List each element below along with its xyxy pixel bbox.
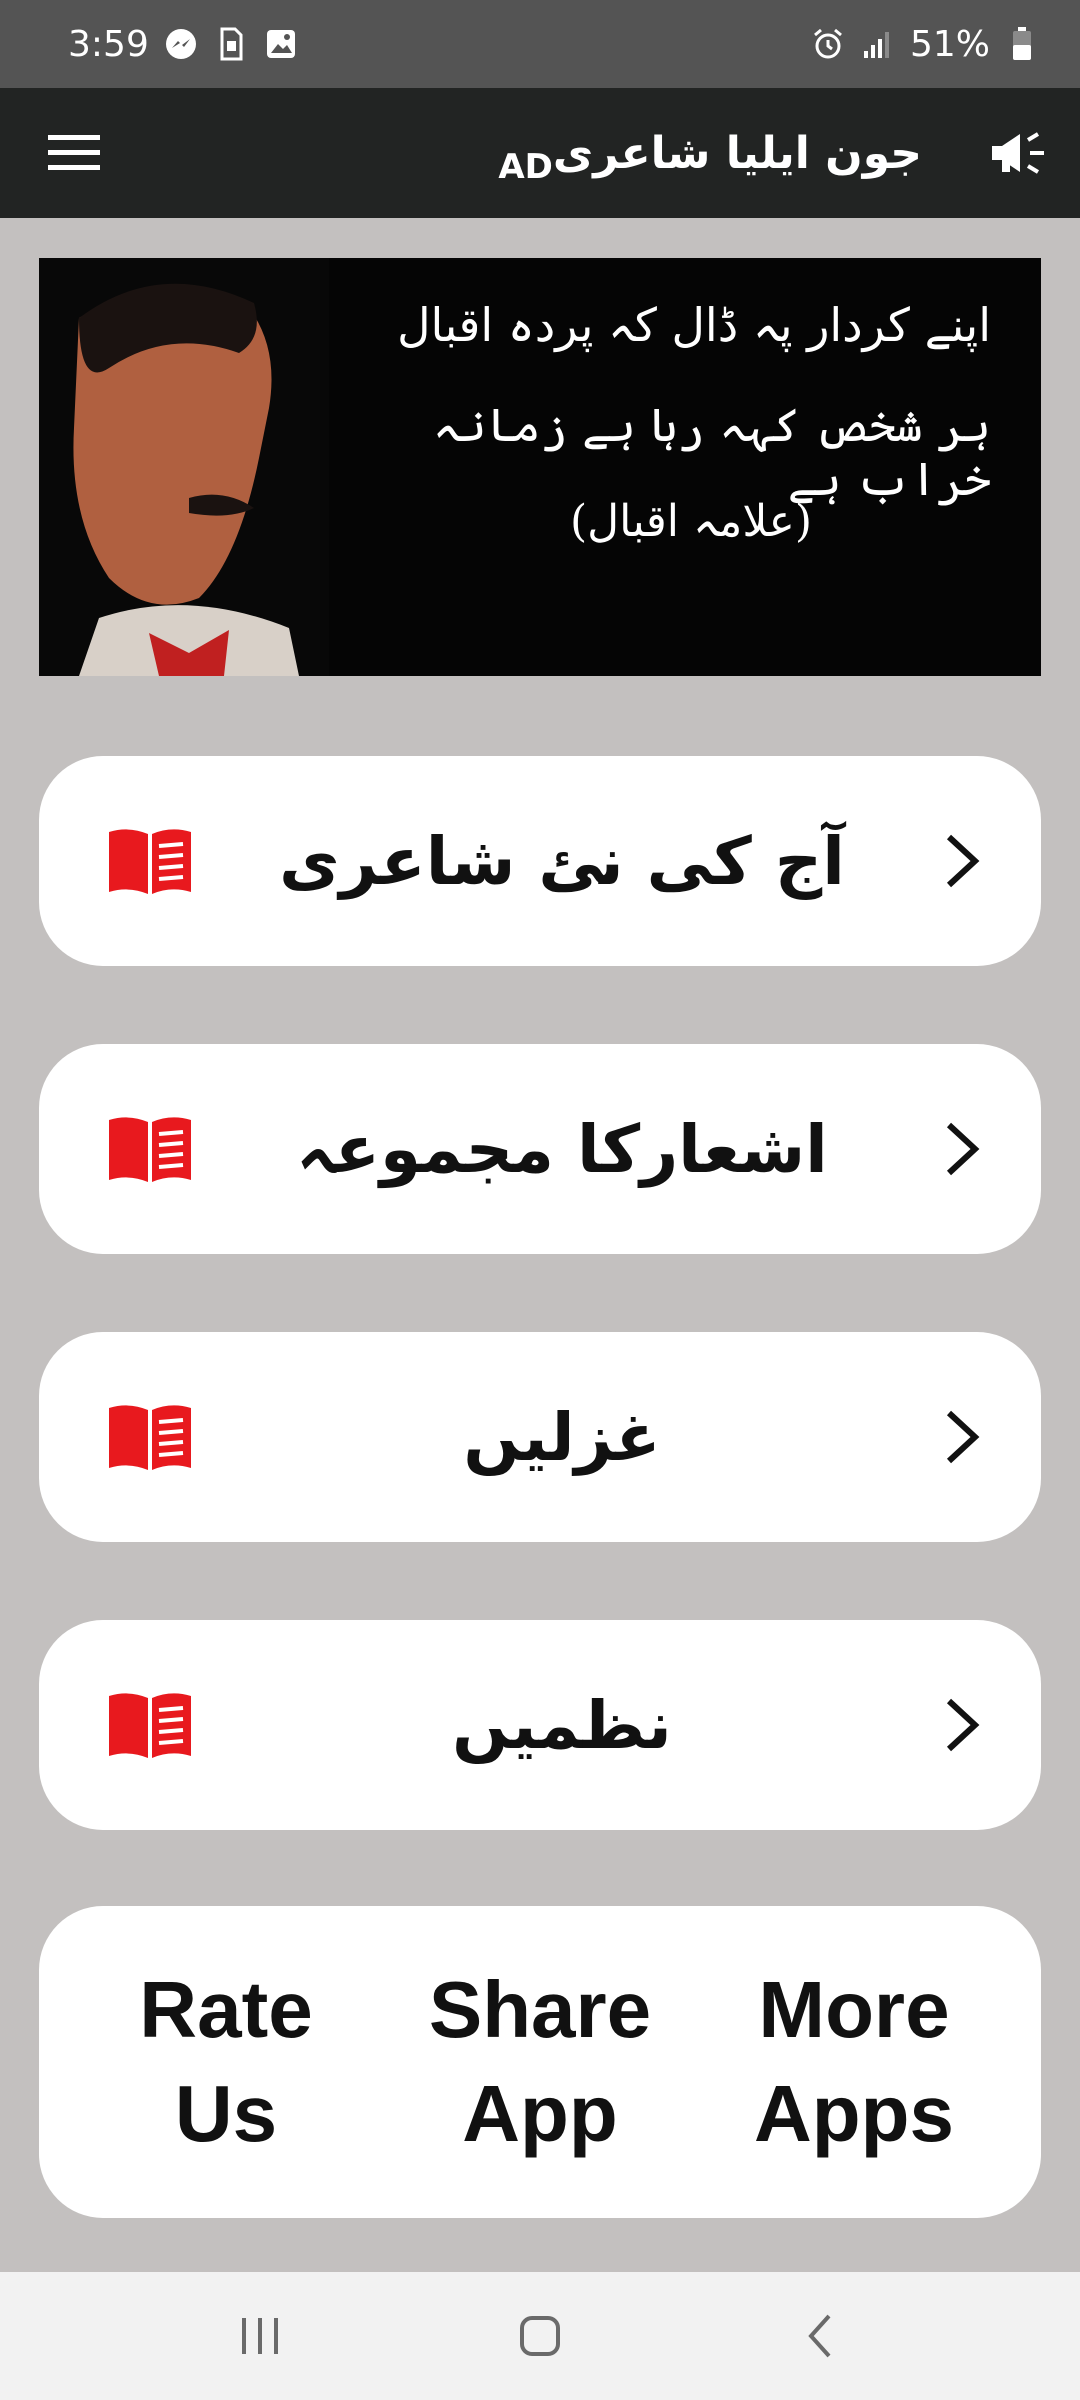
status-bar: 3:59 51% xyxy=(0,0,1080,88)
menu-item-label: غزلیں xyxy=(463,1398,661,1476)
chevron-right-icon xyxy=(931,1407,991,1467)
book-icon xyxy=(109,1117,191,1182)
menu-item-label: اشعارکا مجموعہ xyxy=(296,1110,828,1188)
book-icon xyxy=(109,1405,191,1470)
chevron-right-icon xyxy=(931,1695,991,1755)
signal-icon xyxy=(860,26,896,62)
menu-item-ghazals[interactable]: غزلیں xyxy=(39,1332,1041,1542)
status-right: 51% xyxy=(810,24,1040,65)
banner-signature: (علامہ اقبال) xyxy=(569,496,813,547)
book-icon xyxy=(109,1693,191,1758)
banner-quote-line-1: اپنے کردار پہ ڈال کہ پردہ اقبال xyxy=(397,298,991,352)
more-apps-button[interactable]: More Apps xyxy=(704,1958,1004,2166)
home-icon[interactable] xyxy=(500,2296,580,2376)
share-app-button[interactable]: Share App xyxy=(390,1958,690,2166)
quote-banner[interactable]: اپنے کردار پہ ڈال کہ پردہ اقبال ہر شخص ک… xyxy=(39,258,1041,676)
sim-card-icon xyxy=(213,26,249,62)
actions-card: Rate Us Share App More Apps xyxy=(39,1906,1041,2218)
menu-item-verse-collection[interactable]: اشعارکا مجموعہ xyxy=(39,1044,1041,1254)
hamburger-menu-icon[interactable] xyxy=(44,123,104,183)
alarm-icon xyxy=(810,26,846,62)
gallery-icon xyxy=(263,26,299,62)
app-title: جون ایلیا شاعری xyxy=(552,127,922,179)
battery-percent: 51% xyxy=(909,23,990,65)
ad-badge: AD xyxy=(498,147,553,187)
menu-item-label: نظمیں xyxy=(452,1686,672,1764)
rate-us-button[interactable]: Rate Us xyxy=(76,1958,376,2166)
battery-icon xyxy=(1004,26,1040,62)
menu-item-label: آج کی نئ شاعری xyxy=(279,822,845,900)
system-nav-bar xyxy=(0,2272,1080,2400)
chevron-right-icon xyxy=(931,831,991,891)
recents-icon[interactable] xyxy=(220,2296,300,2376)
messenger-icon xyxy=(163,26,199,62)
app-bar: AD جون ایلیا شاعری xyxy=(0,88,1080,218)
megaphone-icon[interactable] xyxy=(982,118,1052,188)
status-time: 3:59 xyxy=(68,23,149,65)
book-icon xyxy=(109,829,191,894)
banner-quote-line-2: ہر شخص کہہ رہا ہے زمانہ خراب ہے xyxy=(432,398,991,506)
chevron-right-icon xyxy=(931,1119,991,1179)
menu-item-nazms[interactable]: نظمیں xyxy=(39,1620,1041,1830)
back-icon[interactable] xyxy=(780,2296,860,2376)
app-title-wrap: AD جون ایلیا شاعری xyxy=(104,119,982,188)
poet-portrait xyxy=(39,258,329,676)
menu-item-todays-poetry[interactable]: آج کی نئ شاعری xyxy=(39,756,1041,966)
status-left: 3:59 xyxy=(68,24,299,65)
